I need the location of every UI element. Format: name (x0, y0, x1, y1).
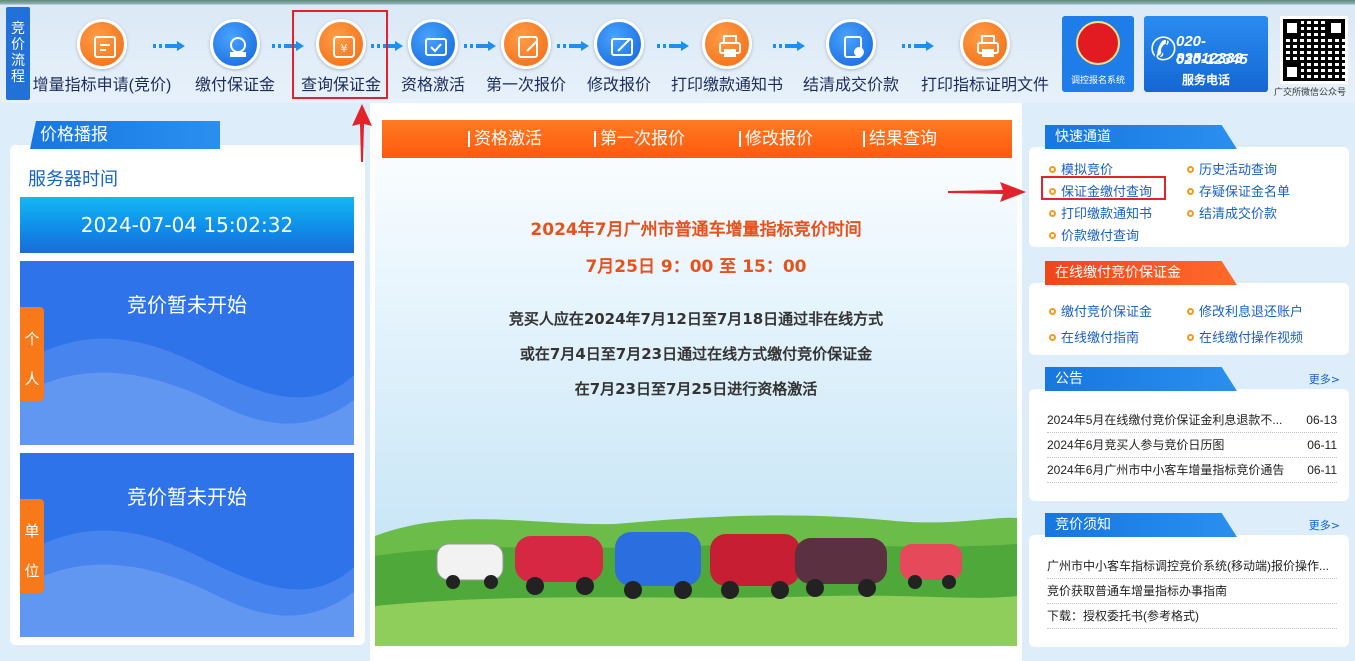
flow-step-label: 打印指标证明文件 (920, 77, 1049, 94)
bid-notes-more-link[interactable]: 更多> (1309, 517, 1340, 533)
announcement-item[interactable]: 2024年6月竞买人参与竞价日历图 06-11 (1047, 433, 1337, 458)
phone-number-2: 020-12345 (1176, 51, 1248, 68)
right-arrow-icon (948, 182, 1026, 202)
personal-bid-box: 竞价暂未开始 个 人 (20, 261, 354, 445)
price-broadcast-panel: 服务器时间 2024-07-04 15:02:32 竞价暂未开始 个 人 竞价暂… (0, 103, 370, 661)
bullet-icon (1187, 188, 1194, 195)
settle-payment-icon (826, 19, 876, 69)
activation-icon (408, 19, 458, 69)
printer-icon (960, 19, 1010, 69)
flow-step[interactable]: 增量指标申请(竞价) (32, 15, 172, 101)
flow-step[interactable]: 打印指标证明文件 (915, 15, 1055, 101)
modify-bid-icon (594, 19, 644, 69)
tab-activation[interactable]: 资格激活 (468, 120, 542, 158)
announcement-banner: 资格激活 第一次报价 修改报价 结果查询 2024年7月广州市普通车增量指标竞价… (375, 112, 1017, 646)
phone-icon: ✆ (1150, 30, 1177, 68)
notice-line-2: 或在7月4日至7月23日通过在线方式缴付竞价保证金 (519, 345, 873, 363)
link-pay-deposit[interactable]: 缴付竞价保证金 (1049, 301, 1152, 320)
qr-caption: 广交所微信公众号 (1274, 88, 1347, 98)
bid-notes-title: 竞价须知 (1045, 513, 1237, 537)
step-highlight-box (292, 10, 388, 99)
bid-note-item[interactable]: 广州市中小客车指标调控竞价系统(移动端)报价操作... (1047, 554, 1337, 579)
printer-icon (702, 19, 752, 69)
tab-modify-bid[interactable]: 修改报价 (739, 120, 813, 158)
bid-note-item[interactable]: 下载：授权委托书(参考格式) (1047, 604, 1337, 629)
bullet-icon (1049, 166, 1056, 173)
link-print-payment-notice[interactable]: 打印缴款通知书 (1049, 203, 1152, 222)
cars-landscape-illustration (375, 515, 1017, 646)
application-form-icon (77, 19, 127, 69)
flow-label: 竞价流程 (6, 7, 30, 100)
bullet-icon (1049, 308, 1056, 315)
banner-tabs: 资格激活 第一次报价 修改报价 结果查询 (382, 120, 1012, 158)
flow-step-label: 增量指标申请(竞价) (32, 77, 172, 94)
system-caption: 调控报名系统 (1070, 76, 1125, 86)
flow-step[interactable]: 结清成交价款 (781, 15, 921, 101)
bullet-icon (1187, 334, 1194, 341)
company-bid-box: 竞价暂未开始 单 位 (20, 453, 354, 637)
flow-step[interactable]: 打印缴款通知书 (657, 15, 797, 101)
announcements-box: 2024年5月在线缴付竞价保证金利息退款不... 06-13 2024年6月竞买人… (1029, 389, 1349, 501)
bullet-icon (1187, 210, 1194, 217)
bullet-icon (1049, 232, 1056, 239)
flow-step-label: 结清成交价款 (802, 77, 899, 94)
tab-first-bid[interactable]: 第一次报价 (594, 120, 685, 158)
bullet-icon (1187, 166, 1194, 173)
bullet-icon (1187, 308, 1194, 315)
server-time: 2024-07-04 15:02:32 (20, 197, 354, 253)
registration-system-link[interactable]: 调控报名系统 (1062, 16, 1134, 92)
announcement-item[interactable]: 2024年5月在线缴付竞价保证金利息退款不... 06-13 (1047, 408, 1337, 433)
quick-access-title: 快速通道 (1045, 125, 1237, 149)
link-online-pay-guide[interactable]: 在线缴付指南 (1049, 327, 1139, 346)
first-bid-icon (501, 19, 551, 69)
company-bid-status: 竞价暂未开始 (127, 487, 247, 509)
notice-line-1: 竞买人应在2024年7月12日至7月18日通过非在线方式 (508, 310, 884, 328)
deposit-payment-icon (210, 19, 260, 69)
personal-tag: 个 人 (20, 307, 44, 401)
personal-bid-status: 竞价暂未开始 (127, 295, 247, 317)
link-settle-payment[interactable]: 结清成交价款 (1187, 203, 1277, 222)
emblem-icon (1076, 21, 1120, 65)
bullet-icon (1049, 334, 1056, 341)
price-card: 服务器时间 2024-07-04 15:02:32 竞价暂未开始 个 人 竞价暂… (10, 145, 365, 645)
tab-result-query[interactable]: 结果查询 (863, 120, 937, 158)
process-bar: 竞价流程 增量指标申请(竞价) 缴付保证金 ¥ 查询保证金 资格激活 第一次报价 修改报价打… (0, 0, 1355, 103)
deposit-query-highlight-box (1041, 176, 1166, 200)
announcements-title: 公告 (1045, 367, 1237, 391)
service-caption: 服务电话 (1181, 73, 1230, 87)
notice-line-3: 在7月23日至7月25日进行资格激活 (574, 380, 818, 398)
banner-bid-time: 7月25日 9：00 至 15：00 (585, 257, 807, 277)
up-arrow-icon (352, 104, 372, 162)
company-tag: 单 位 (20, 499, 44, 593)
online-pay-title: 在线缴付竞价保证金 (1045, 261, 1237, 285)
service-phone-card: ✆ 020-83512333 020-12345 服务电话 (1144, 16, 1268, 92)
link-online-pay-video[interactable]: 在线缴付操作视频 (1187, 327, 1303, 346)
link-payment-query[interactable]: 价款缴付查询 (1049, 225, 1139, 244)
link-history-query[interactable]: 历史活动查询 (1187, 159, 1277, 178)
bid-note-item[interactable]: 竞价获取普通车增量指标办事指南 (1047, 579, 1337, 604)
link-modify-refund-account[interactable]: 修改利息退还账户 (1187, 301, 1303, 320)
announcement-item[interactable]: 2024年6月广州市中小客车增量指标竞价通告 06-11 (1047, 458, 1337, 483)
price-broadcast-title: 价格播报 (30, 121, 220, 149)
online-pay-box: 缴付竞价保证金 修改利息退还账户 在线缴付指南 在线缴付操作视频 (1029, 283, 1349, 355)
wechat-qr-code (1280, 16, 1348, 84)
banner-headline: 2024年7月广州市普通车增量指标竞价时间 (530, 220, 862, 240)
flow-step-label: 打印缴款通知书 (670, 77, 783, 94)
bid-notes-box: 广州市中小客车指标调控竞价系统(移动端)报价操作... 竞价获取普通车增量指标办… (1029, 535, 1349, 647)
announcements-more-link[interactable]: 更多> (1309, 371, 1340, 387)
server-time-label: 服务器时间 (28, 169, 118, 189)
link-disputed-deposit-list[interactable]: 存疑保证金名单 (1187, 181, 1290, 200)
bullet-icon (1049, 210, 1056, 217)
